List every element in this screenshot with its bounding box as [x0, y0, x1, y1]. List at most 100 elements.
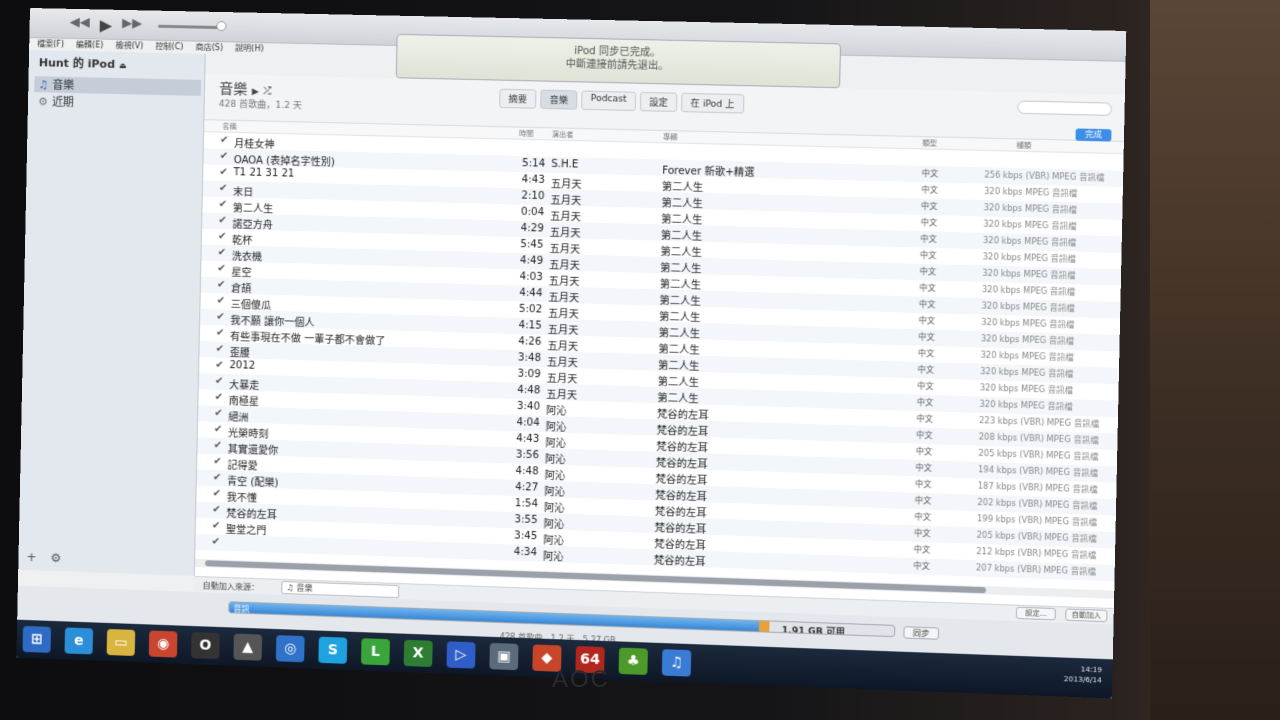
row-checkbox[interactable]: ✔	[217, 279, 226, 290]
row-checkbox[interactable]: ✔	[215, 392, 224, 403]
line-icon[interactable]: L	[360, 638, 390, 666]
previous-icon[interactable]: ◀◀	[69, 15, 90, 34]
song-kind: 320 kbps MPEG 音訊檔	[983, 203, 1078, 215]
done-button[interactable]: 完成	[1075, 128, 1112, 142]
row-checkbox[interactable]: ✔	[219, 167, 228, 178]
menu-controls[interactable]: 控制(C)	[155, 41, 183, 53]
song-kind: 223 kbps (VBR) MPEG 音訊檔	[979, 415, 1100, 429]
song-genre: 中文	[914, 512, 932, 522]
tab-summary[interactable]: 摘要	[499, 88, 537, 109]
row-checkbox[interactable]: ✔	[217, 263, 226, 274]
library-summary: 428 首歌曲，1.2 天	[218, 99, 303, 112]
itunes-icon[interactable]: ♫	[661, 649, 692, 677]
menu-view[interactable]: 檢視(V)	[115, 40, 143, 52]
play-small-icon[interactable]: ▶	[252, 87, 259, 97]
tab-settings[interactable]: 設定	[639, 91, 678, 113]
tab-podcast[interactable]: Podcast	[581, 90, 637, 112]
row-checkbox[interactable]: ✔	[219, 199, 228, 210]
row-checkbox[interactable]: ✔	[212, 536, 221, 547]
autofill-button[interactable]: 自動加入	[1065, 608, 1108, 623]
menu-store[interactable]: 商店(S)	[195, 42, 223, 54]
media-icon[interactable]: ▷	[446, 641, 476, 669]
row-checkbox[interactable]: ✔	[215, 376, 224, 387]
row-checkbox[interactable]: ✔	[218, 231, 227, 242]
row-checkbox[interactable]: ✔	[218, 215, 227, 226]
tab-on-ipod[interactable]: 在 iPod 上	[681, 92, 745, 114]
row-checkbox[interactable]: ✔	[217, 295, 226, 306]
volume-knob[interactable]	[216, 20, 227, 32]
network-icon[interactable]: ◎	[275, 635, 305, 663]
add-playlist-icon[interactable]: +	[26, 550, 36, 564]
row-checkbox[interactable]: ✔	[214, 424, 223, 435]
menu-edit[interactable]: 編輯(E)	[76, 39, 104, 51]
row-checkbox[interactable]: ✔	[212, 504, 221, 515]
song-time: 2:10	[521, 190, 545, 203]
play-icon[interactable]: ▶	[100, 15, 113, 34]
settings-gear-icon[interactable]: ⚙	[50, 551, 61, 565]
row-checkbox[interactable]: ✔	[220, 135, 229, 146]
sidebar-item-label: 近期	[51, 95, 75, 110]
fox-icon[interactable]: ▲	[233, 633, 263, 661]
menu-file[interactable]: 檔案(F)	[37, 38, 64, 50]
row-checkbox[interactable]: ✔	[213, 456, 222, 467]
search-input[interactable]	[1017, 100, 1113, 116]
song-name: T1 21 31 21	[233, 167, 295, 180]
row-checkbox[interactable]: ✔	[212, 520, 221, 531]
tab-music[interactable]: 音樂	[540, 89, 578, 110]
row-checkbox[interactable]: ✔	[219, 183, 228, 194]
song-time: 4:29	[520, 222, 544, 235]
evernote-icon[interactable]: ♣	[618, 647, 648, 676]
eject-icon[interactable]: ⏏	[119, 61, 127, 70]
row-checkbox[interactable]: ✔	[216, 327, 225, 338]
song-time: 5:02	[518, 303, 543, 316]
col-artist[interactable]: 演出者	[552, 129, 574, 140]
sidebar-item-recent[interactable]: ⚙ 近期	[34, 93, 201, 113]
col-genre[interactable]: 類型	[922, 138, 937, 149]
capacity-free-label: 1.91 GB 可用	[781, 625, 845, 638]
device-title[interactable]: Hunt 的 iPod ⏏	[39, 54, 127, 72]
song-genre: 中文	[914, 479, 932, 490]
song-artist: S.H.E	[551, 158, 579, 171]
song-kind: 187 kbps (VBR) MPEG 音訊檔	[977, 481, 1098, 495]
opera-icon[interactable]: O	[191, 632, 220, 660]
row-checkbox[interactable]: ✔	[220, 151, 229, 162]
settings-button[interactable]: 設定...	[1015, 606, 1056, 621]
sync-button[interactable]: 同步	[903, 626, 940, 640]
row-checkbox[interactable]: ✔	[213, 472, 222, 483]
folder-icon[interactable]: ▭	[106, 628, 136, 657]
row-checkbox[interactable]: ✔	[216, 311, 225, 322]
gear-icon: ⚙	[37, 94, 49, 108]
next-icon[interactable]: ▶▶	[122, 16, 142, 35]
song-time: 1:54	[514, 498, 539, 510]
col-kind[interactable]: 種類	[1016, 140, 1031, 151]
app-icon[interactable]: ▣	[489, 642, 519, 671]
song-genre: 中文	[914, 495, 932, 506]
song-genre: 中文	[917, 348, 935, 359]
song-genre: 中文	[919, 283, 937, 293]
ie-icon[interactable]: e	[64, 627, 94, 655]
excel-icon[interactable]: X	[403, 639, 433, 668]
device-tabs: 摘要 音樂 Podcast 設定 在 iPod 上	[499, 88, 745, 114]
volume-slider[interactable]	[157, 24, 219, 30]
col-album[interactable]: 專輯	[663, 132, 678, 143]
col-name[interactable]: 名稱	[222, 122, 236, 132]
song-genre: 中文	[918, 332, 935, 342]
col-time[interactable]: 時間	[519, 129, 534, 139]
windows-start-icon[interactable]: ⊞	[22, 625, 52, 653]
row-checkbox[interactable]: ✔	[215, 360, 224, 371]
song-time: 3:45	[514, 530, 538, 543]
song-genre: 中文	[920, 234, 938, 244]
song-time: 0:04	[520, 206, 545, 219]
chrome-icon[interactable]: ◉	[148, 630, 178, 658]
row-checkbox[interactable]: ✔	[214, 440, 223, 451]
sidebar-footer: + ⚙	[26, 550, 61, 565]
shuffle-icon[interactable]: ⤮	[263, 86, 271, 97]
wood-background	[1150, 0, 1280, 720]
row-checkbox[interactable]: ✔	[214, 408, 223, 419]
song-time	[519, 142, 546, 143]
row-checkbox[interactable]: ✔	[218, 247, 227, 258]
row-checkbox[interactable]: ✔	[213, 488, 222, 499]
menu-help[interactable]: 說明(H)	[235, 42, 264, 54]
skype-icon[interactable]: S	[318, 636, 348, 664]
row-checkbox[interactable]: ✔	[216, 343, 225, 354]
